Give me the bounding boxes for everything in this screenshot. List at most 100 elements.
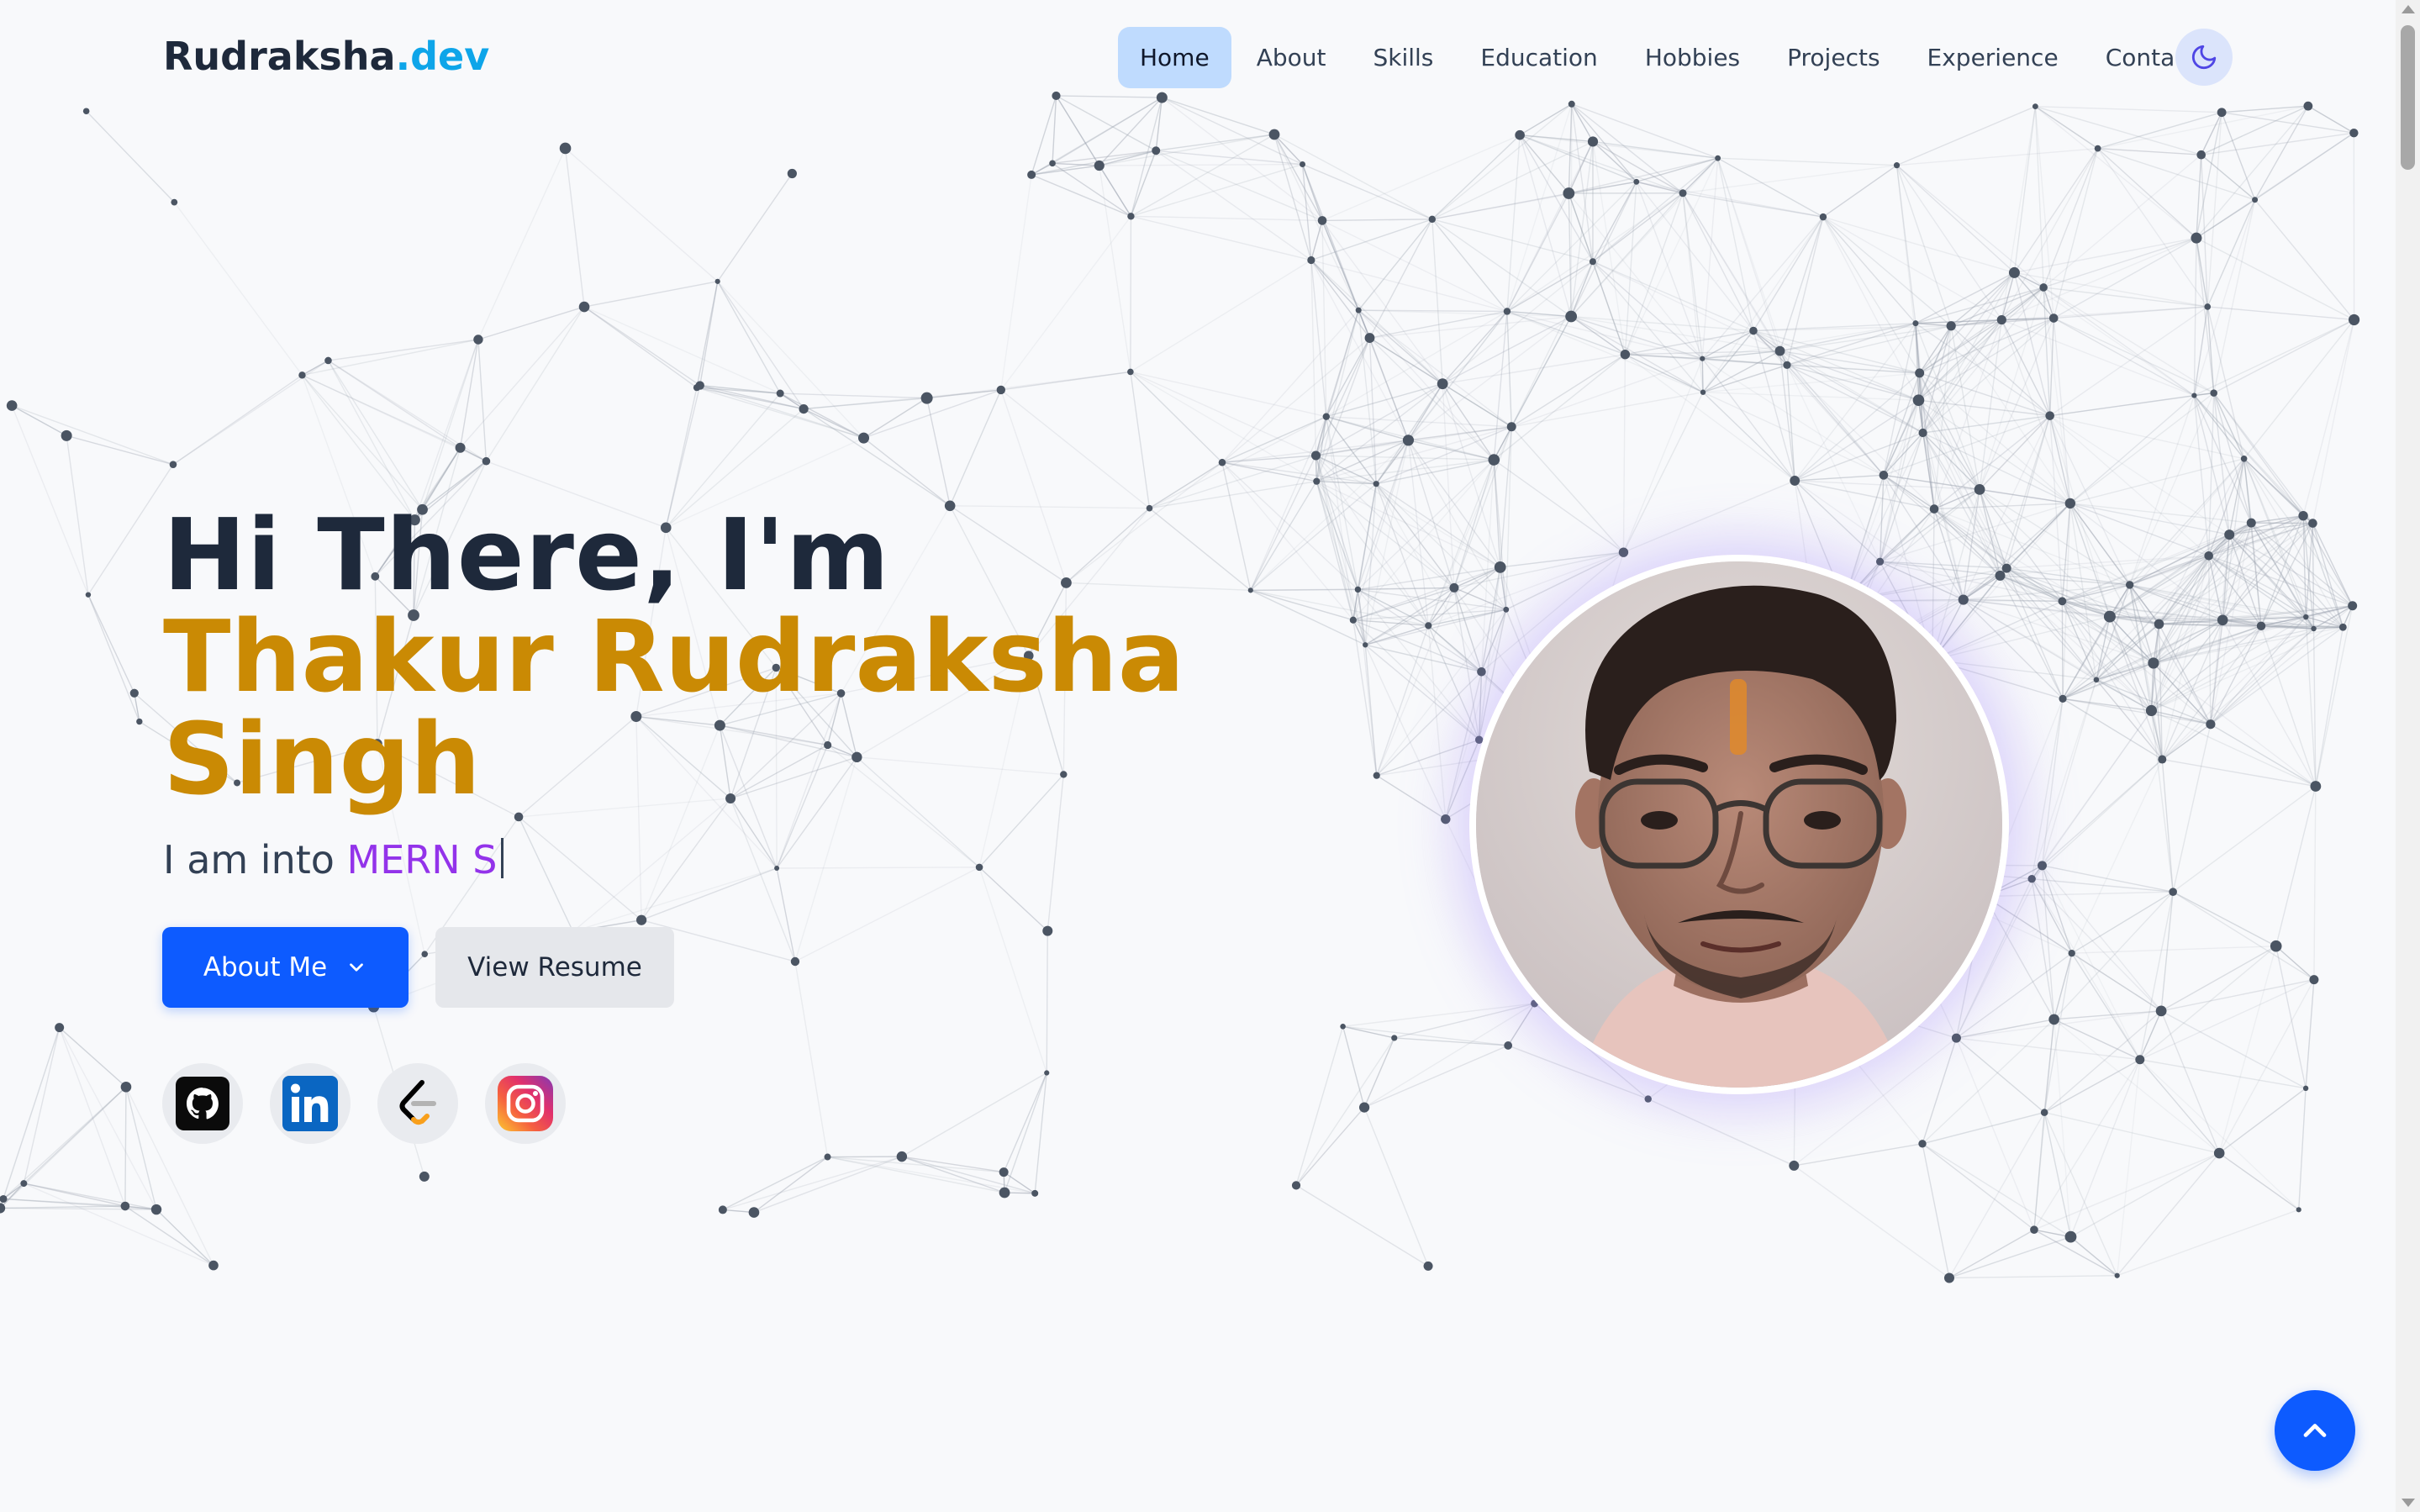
particle-link — [2228, 458, 2245, 535]
nav-item-skills[interactable]: Skills — [1351, 27, 1455, 88]
scroll-to-top-button[interactable] — [2275, 1390, 2355, 1471]
particle-node — [2348, 601, 2358, 611]
profile-photo — [1476, 561, 2002, 1088]
particle-link — [1717, 157, 1824, 218]
particle-link — [1493, 459, 1624, 553]
particle-link — [1352, 619, 1480, 740]
particle-node — [1355, 307, 1362, 313]
particle-link — [2158, 555, 2210, 624]
particle-link — [1918, 317, 2054, 401]
particle-link — [2159, 616, 2307, 625]
particle-link — [1915, 317, 2054, 324]
particle-link — [1979, 415, 2051, 490]
particle-link — [1407, 440, 1501, 568]
particle-link — [1315, 455, 1366, 645]
linkedin-link[interactable] — [270, 1063, 351, 1144]
particle-link — [1979, 488, 2131, 586]
particle-link — [1520, 134, 1718, 159]
particle-link — [1963, 598, 2152, 712]
particle-link — [1786, 325, 1952, 366]
particle-link — [2315, 627, 2344, 787]
particle-link — [1922, 272, 2016, 434]
particle-link — [2043, 287, 2051, 416]
particle-link — [1315, 455, 1501, 568]
particle-link — [2275, 946, 2315, 981]
particle-link — [1963, 598, 2110, 618]
particle-link — [2014, 271, 2195, 397]
theme-toggle-button[interactable] — [2175, 29, 2233, 86]
view-resume-button[interactable]: View Resume — [435, 927, 674, 1008]
nav-item-experience[interactable]: Experience — [1906, 27, 2080, 88]
particle-node — [1958, 594, 1969, 605]
particle-node — [2169, 888, 2177, 896]
github-link[interactable] — [162, 1063, 243, 1144]
particle-link — [1919, 271, 2015, 374]
particle-link — [2161, 616, 2307, 761]
leetcode-link[interactable] — [377, 1063, 458, 1144]
particle-link — [2062, 534, 2230, 602]
particle-link — [2313, 605, 2354, 630]
nav-item-hobbies[interactable]: Hobbies — [1623, 27, 1762, 88]
instagram-link[interactable] — [485, 1063, 566, 1144]
particle-link — [2001, 272, 2016, 320]
particle-node — [996, 385, 1006, 395]
particle-link — [24, 1183, 214, 1267]
scrollbar-thumb[interactable] — [2401, 25, 2415, 170]
particle-node — [0, 1203, 6, 1214]
particle-link — [2129, 522, 2252, 586]
particle-link — [1915, 323, 1935, 509]
particle-node — [2093, 677, 2100, 683]
particle-link — [1376, 739, 1479, 777]
particle-link — [2109, 616, 2153, 711]
particle-link — [978, 867, 1047, 1073]
particle-link — [1369, 337, 1512, 428]
particle-link — [1963, 584, 2130, 601]
particle-link — [2043, 148, 2099, 288]
particle-link — [2228, 534, 2262, 627]
particle-node — [1313, 477, 1321, 485]
nav-item-about[interactable]: About — [1235, 27, 1348, 88]
particle-link — [1511, 358, 1703, 428]
particle-link — [1315, 416, 1327, 482]
particle-link — [327, 360, 424, 510]
particle-link — [2097, 148, 2208, 308]
particle-link — [2128, 584, 2163, 760]
particle-link — [1794, 399, 1919, 482]
particle-link — [1779, 216, 1824, 351]
particle-node — [1291, 1181, 1301, 1190]
particle-link — [11, 404, 67, 436]
particle-link — [1919, 372, 2071, 504]
nav-item-projects[interactable]: Projects — [1765, 27, 1901, 88]
particle-link — [1431, 103, 1573, 220]
particle-node — [1317, 216, 1327, 225]
particle-link — [1786, 323, 1916, 366]
page-scrollbar[interactable] — [2396, 0, 2420, 1512]
particle-link — [1155, 150, 1312, 261]
particle-link — [1511, 426, 1624, 553]
particle-node — [2030, 1225, 2038, 1234]
particle-link — [1342, 1025, 1509, 1046]
particle-node — [1503, 606, 1510, 613]
particle-link — [2201, 154, 2256, 201]
particle-link — [1519, 134, 1572, 317]
particle-link — [863, 437, 951, 507]
scroll-up-arrow[interactable] — [2402, 5, 2415, 13]
particle-link — [1376, 671, 1482, 777]
brand-logo[interactable]: Rudraksha.dev — [163, 34, 489, 79]
particle-link — [1922, 1143, 2071, 1238]
particle-link — [1428, 608, 1506, 627]
particle-link — [1570, 181, 1637, 317]
particle-link — [2208, 555, 2344, 628]
nav-item-home[interactable]: Home — [1118, 27, 1231, 88]
particle-link — [1358, 588, 1506, 611]
about-me-button[interactable]: About Me — [162, 927, 409, 1008]
particle-link — [1786, 364, 1935, 510]
particle-link — [1408, 315, 1572, 441]
particle-link — [1427, 587, 1455, 626]
scroll-down-arrow[interactable] — [2402, 1499, 2415, 1507]
particle-link — [1369, 310, 1508, 339]
nav-item-education[interactable]: Education — [1458, 27, 1619, 88]
particle-link — [2228, 534, 2354, 607]
particle-link — [2044, 1111, 2220, 1154]
particle-link — [583, 281, 718, 308]
